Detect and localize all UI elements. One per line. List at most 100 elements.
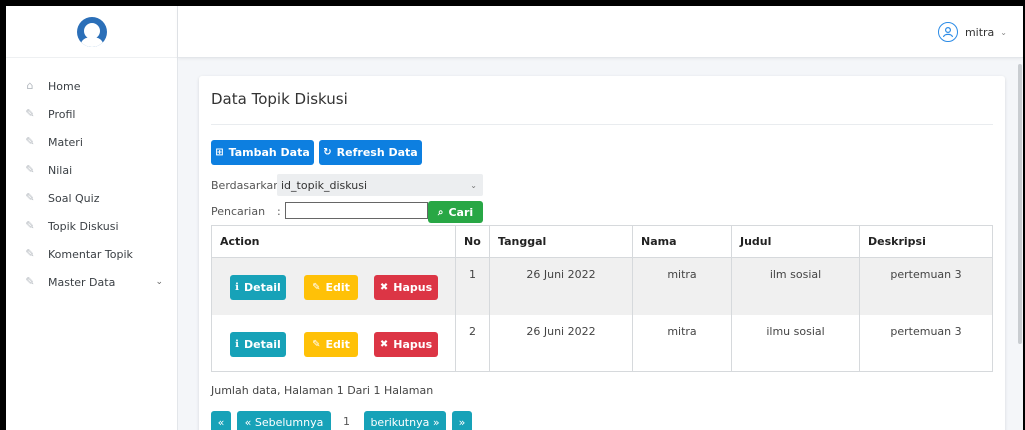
next-page-button[interactable]: berikutnya » — [364, 411, 446, 430]
add-data-button[interactable]: ⊞ Tambah Data — [211, 140, 314, 165]
home-icon: ⌂ — [26, 79, 34, 92]
cell-tanggal: 26 Juni 2022 — [489, 257, 633, 315]
sidebar-item-label: Master Data — [48, 275, 116, 289]
prev-page-button[interactable]: « Sebelumnya — [237, 411, 331, 430]
sidebar-item-soal-quiz[interactable]: ✎ Soal Quiz — [6, 184, 177, 212]
sidebar-item-label: Home — [48, 79, 81, 93]
info-icon: ℹ — [235, 338, 239, 350]
cell-deskripsi: pertemuan 3 — [859, 314, 993, 372]
search-colon: : — [277, 205, 281, 218]
edit-icon: ✎ — [312, 338, 321, 350]
chevron-down-icon: ⌄ — [470, 180, 477, 190]
sidebar-item-topik-diskusi[interactable]: ✎ Topik Diskusi — [6, 212, 177, 240]
action-cell: ℹ Detail ✎ Edit ✖ Hapus — [211, 257, 456, 315]
last-page-button[interactable]: » — [452, 411, 472, 430]
column-header: Deskripsi — [859, 225, 993, 258]
edit-icon: ✎ — [312, 282, 321, 293]
user-icon — [937, 22, 958, 42]
avatar-logo-icon[interactable] — [76, 16, 107, 47]
sidebar: ⌂ Home ✎ Profil ✎ Materi ✎ Nilai ✎ Soal … — [6, 6, 178, 430]
scrollbar[interactable] — [1018, 64, 1022, 344]
sidebar-item-komentar-topik[interactable]: ✎ Komentar Topik — [6, 240, 177, 268]
table-header-row: Action No Tanggal Nama Judul Deskripsi — [211, 225, 993, 258]
cell-tanggal: 26 Juni 2022 — [489, 314, 633, 372]
column-header: Judul — [731, 225, 860, 258]
table-row: ℹ Detail ✎ Edit ✖ Hapus — [211, 257, 993, 315]
app-frame: ⌂ Home ✎ Profil ✎ Materi ✎ Nilai ✎ Soal … — [6, 6, 1023, 430]
search-label: Pencarian — [211, 205, 266, 218]
sidebar-item-materi[interactable]: ✎ Materi — [6, 128, 177, 156]
detail-label: Detail — [243, 281, 281, 294]
filter-label: Berdasarkan: — [211, 179, 284, 192]
action-cell: ℹ Detail ✎ Edit ✖ Hapus — [211, 314, 456, 372]
edit-label: Edit — [325, 337, 350, 351]
sidebar-item-label: Topik Diskusi — [48, 219, 119, 233]
refresh-data-label: Refresh Data — [336, 146, 418, 159]
delete-button[interactable]: ✖ Hapus — [374, 331, 438, 357]
sidebar-item-label: Profil — [48, 107, 76, 121]
user-menu[interactable]: mitra ⌄ — [937, 22, 1007, 42]
content-card: Data Topik Diskusi ⊞ Tambah Data ↻ Refre… — [199, 76, 1005, 430]
column-header: Nama — [632, 225, 732, 258]
close-icon: ✖ — [379, 338, 389, 350]
table-row: ℹ Detail ✎ Edit ✖ Hapus — [211, 314, 993, 372]
edit-button[interactable]: ✎ Edit — [304, 331, 358, 357]
page-title: Data Topik Diskusi — [211, 90, 348, 108]
delete-label: Hapus — [393, 281, 433, 294]
chevron-down-icon: ⌄ — [1000, 27, 1007, 37]
current-page: 1 — [343, 415, 350, 428]
search-button[interactable]: ⌕ Cari — [428, 201, 483, 223]
detail-button[interactable]: ℹ Detail — [230, 275, 286, 300]
sidebar-item-profil[interactable]: ✎ Profil — [6, 100, 177, 128]
sidebar-nav: ⌂ Home ✎ Profil ✎ Materi ✎ Nilai ✎ Soal … — [6, 58, 177, 296]
sidebar-item-label: Soal Quiz — [48, 191, 100, 205]
delete-label: Hapus — [393, 337, 433, 351]
cell-no: 1 — [455, 257, 490, 315]
refresh-icon: ↻ — [323, 147, 332, 158]
detail-button[interactable]: ℹ Detail — [230, 331, 286, 357]
sidebar-item-home[interactable]: ⌂ Home — [6, 72, 177, 100]
column-header: Tanggal — [489, 225, 633, 258]
info-icon: ℹ — [235, 282, 239, 293]
cell-no: 2 — [455, 314, 490, 372]
sidebar-logo — [6, 6, 177, 58]
topbar: mitra ⌄ — [178, 6, 1023, 58]
cell-judul: ilm sosial — [731, 257, 860, 315]
edit-icon: ✎ — [25, 275, 35, 288]
edit-icon: ✎ — [25, 163, 35, 176]
edit-icon: ✎ — [25, 191, 35, 204]
close-icon: ✖ — [379, 282, 389, 293]
edit-icon: ✎ — [25, 135, 35, 148]
cell-deskripsi: pertemuan 3 — [859, 257, 993, 315]
sidebar-item-label: Materi — [48, 135, 83, 149]
edit-icon: ✎ — [25, 107, 35, 120]
data-table: Action No Tanggal Nama Judul Deskripsi ℹ… — [211, 225, 993, 372]
first-page-button[interactable]: « — [211, 411, 231, 430]
filter-select-value: id_topik_diskusi — [281, 178, 368, 192]
chevron-down-icon: ⌄ — [155, 277, 163, 287]
plus-square-icon: ⊞ — [215, 147, 224, 158]
sidebar-item-label: Nilai — [48, 163, 73, 177]
cell-nama: mitra — [632, 314, 732, 372]
sidebar-item-master-data[interactable]: ✎ Master Data ⌄ — [6, 268, 177, 296]
sidebar-item-label: Komentar Topik — [48, 247, 133, 261]
edit-button[interactable]: ✎ Edit — [304, 275, 358, 300]
filter-select[interactable]: id_topik_diskusi ⌄ — [277, 174, 483, 196]
sidebar-item-nilai[interactable]: ✎ Nilai — [6, 156, 177, 184]
column-header: No — [455, 225, 490, 258]
user-name: mitra — [964, 25, 995, 39]
search-icon: ⌕ — [437, 206, 444, 218]
delete-button[interactable]: ✖ Hapus — [374, 275, 438, 300]
add-data-label: Tambah Data — [228, 146, 310, 159]
search-input[interactable] — [285, 202, 428, 219]
cell-nama: mitra — [632, 257, 732, 315]
divider — [211, 124, 993, 125]
edit-icon: ✎ — [25, 247, 35, 260]
cell-judul: ilmu sosial — [731, 314, 860, 372]
column-header: Action — [211, 225, 456, 258]
pagination-summary: Jumlah data, Halaman 1 Dari 1 Halaman — [211, 384, 434, 397]
search-button-label: Cari — [448, 205, 474, 219]
refresh-data-button[interactable]: ↻ Refresh Data — [319, 140, 422, 165]
edit-label: Edit — [325, 281, 350, 294]
edit-icon: ✎ — [25, 219, 35, 232]
